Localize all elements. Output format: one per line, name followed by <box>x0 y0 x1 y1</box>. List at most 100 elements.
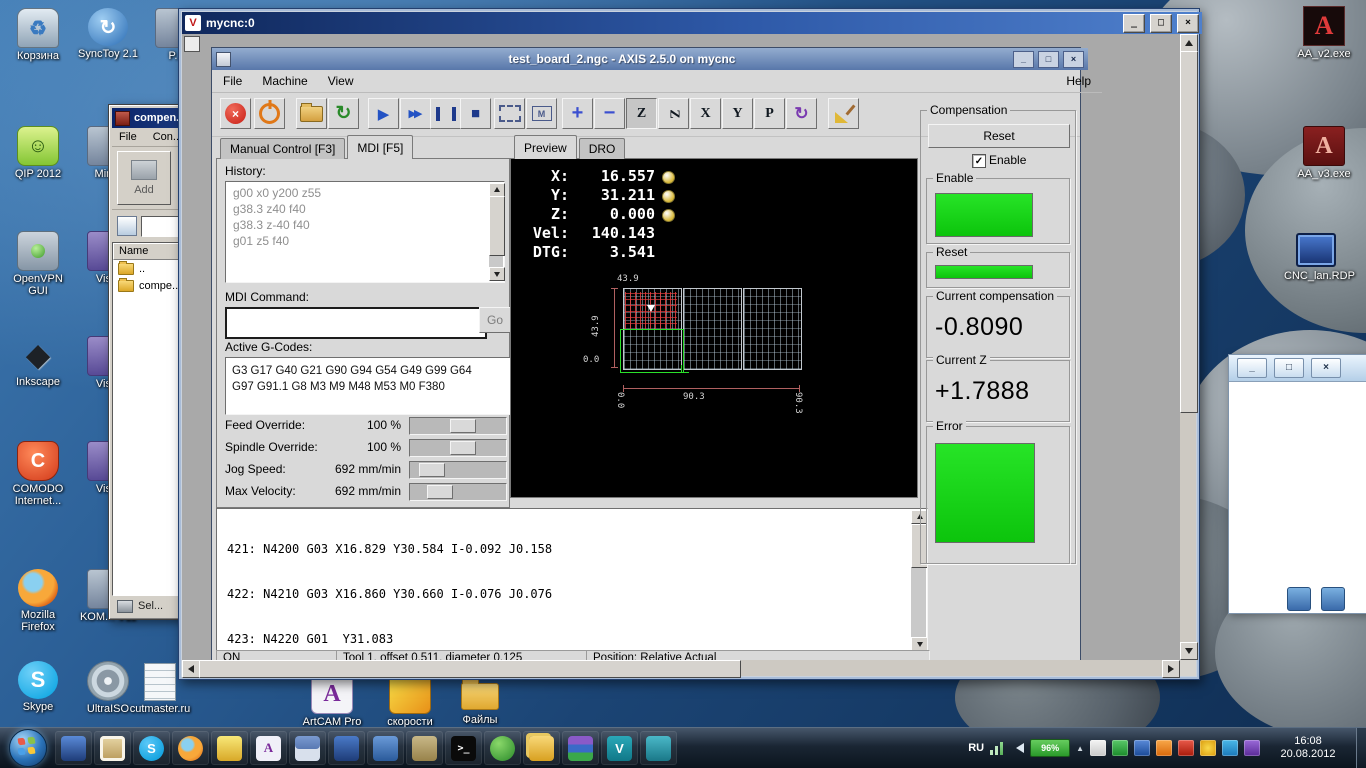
scrollbar-thumb[interactable] <box>199 660 741 678</box>
history-scrollbar[interactable] <box>489 183 505 281</box>
tray-icon-red[interactable] <box>1178 740 1194 756</box>
desktop-icon-files[interactable]: Файлы <box>448 674 512 726</box>
desktop-icon-recycle-bin[interactable]: ♻ Корзина <box>6 8 70 62</box>
taskbar-icon-firefox[interactable] <box>172 731 209 765</box>
close-button[interactable]: × <box>1177 13 1199 33</box>
desktop-icon-skype[interactable]: S Skype <box>6 661 70 713</box>
mdi-command-input[interactable] <box>225 307 487 339</box>
scroll-down-arrow[interactable] <box>489 267 505 281</box>
scroll-down-arrow[interactable] <box>1180 642 1198 660</box>
tray-icon-document[interactable] <box>1090 740 1106 756</box>
desktop-icon-synctoy[interactable]: ↻ SyncToy 2.1 <box>76 8 140 60</box>
mdi-go-button[interactable]: Go <box>479 307 511 333</box>
network-icon[interactable] <box>990 741 1006 755</box>
tab-manual-control[interactable]: Manual Control [F3] <box>220 138 346 159</box>
taskbar-icon-calculator[interactable] <box>289 731 326 765</box>
estop-button[interactable]: × <box>220 98 251 129</box>
slider-handle[interactable] <box>419 463 445 477</box>
desktop-icon-aa-v2[interactable]: A AA_v2.exe <box>1292 6 1356 60</box>
taskbar-icon-app-blue-2[interactable] <box>367 731 404 765</box>
hidden-icons-chevron[interactable]: ▲ <box>1076 744 1084 753</box>
add-button[interactable]: Add <box>117 151 171 205</box>
jog-speed-slider[interactable] <box>409 461 507 479</box>
clear-plot-button[interactable] <box>828 98 859 129</box>
menu-view[interactable]: View <box>328 74 354 88</box>
taskbar-icon-winrar[interactable] <box>562 731 599 765</box>
scrollbar-thumb[interactable] <box>489 196 505 256</box>
address-icon[interactable] <box>117 216 137 236</box>
mdi-history-list[interactable]: g00 x0 y200 z55 g38.3 z40 f40 g38.3 z-40… <box>225 181 505 283</box>
spindle-override-slider[interactable] <box>409 439 507 457</box>
scroll-right-arrow[interactable] <box>1162 660 1180 678</box>
gcode-line[interactable]: 422: N4210 G03 X16.860 Y30.660 I-0.076 J… <box>227 587 927 602</box>
tray-icon-blue[interactable] <box>1134 740 1150 756</box>
zoom-out-button[interactable]: − <box>594 98 625 129</box>
view-perspective-button[interactable]: P <box>754 98 785 129</box>
taskbar-icon-vnc[interactable]: V <box>601 731 638 765</box>
menu-help[interactable]: Help <box>1066 74 1091 88</box>
start-button[interactable] <box>9 729 47 767</box>
scrollbar-thumb[interactable] <box>1180 51 1198 413</box>
close-button[interactable]: × <box>1311 358 1341 378</box>
tab-mdi[interactable]: MDI [F5] <box>347 135 414 159</box>
taskbar-icon-remote-desktop[interactable] <box>55 731 92 765</box>
gcode-line[interactable]: 421: N4200 G03 X16.829 Y30.584 I-0.092 J… <box>227 542 927 557</box>
minimize-button[interactable]: _ <box>1123 13 1145 33</box>
desktop-icon-skorosti[interactable]: скорости <box>378 674 442 728</box>
desktop-icon-inkscape[interactable]: ◆ Inkscape <box>6 336 70 389</box>
tab-dro[interactable]: DRO <box>578 138 626 159</box>
enable-checkbox[interactable]: ✓ <box>972 154 986 168</box>
vnc-horizontal-scrollbar[interactable] <box>182 660 1180 678</box>
close-button[interactable]: × <box>1063 50 1084 68</box>
rotate-view-button[interactable]: ↻ <box>786 98 817 129</box>
minimize-button[interactable]: _ <box>1013 50 1034 68</box>
max-velocity-slider[interactable] <box>409 483 507 501</box>
preview-canvas[interactable]: X: 16.557 Y: 31.211 Z: 0.000 Vel: 140.143 DT… <box>510 158 918 498</box>
desktop-icon-artcam[interactable]: A ArtCAM Pro <box>300 674 364 728</box>
tray-icon-lightblue[interactable] <box>1222 740 1238 756</box>
taskbar-icon-app-blue[interactable] <box>328 731 365 765</box>
remote-desktop-view[interactable]: test_board_2.ngc - AXIS 2.5.0 on mycnc _… <box>182 34 1180 660</box>
scroll-up-arrow[interactable] <box>489 183 505 197</box>
volume-icon[interactable] <box>1011 743 1025 753</box>
tray-icon-orange[interactable] <box>1156 740 1172 756</box>
taskbar-icon-skype[interactable]: S <box>133 731 170 765</box>
desktop-icon-qip[interactable]: ☺ QIP 2012 <box>6 126 70 180</box>
gcode-line[interactable]: 423: N4220 G01 Y31.083 <box>227 632 927 647</box>
slider-handle[interactable] <box>450 419 476 433</box>
view-z2-button[interactable]: Z <box>658 98 689 129</box>
slider-handle[interactable] <box>427 485 453 499</box>
scroll-up-arrow[interactable] <box>1180 34 1198 52</box>
minimize-button[interactable]: _ <box>1237 358 1267 378</box>
feed-override-slider[interactable] <box>409 417 507 435</box>
gcode-program-listing[interactable]: 421: N4200 G03 X16.829 Y30.584 I-0.092 J… <box>216 508 928 653</box>
pause-button[interactable] <box>430 98 461 129</box>
slider-handle[interactable] <box>450 441 476 455</box>
battery-indicator[interactable]: 96% <box>1030 739 1071 757</box>
maximize-button[interactable]: □ <box>1038 50 1059 68</box>
run-program-button[interactable]: ▶ <box>368 98 399 129</box>
view-x-button[interactable]: X <box>690 98 721 129</box>
taskbar-icon-app-green[interactable] <box>484 731 521 765</box>
vnc-vertical-scrollbar[interactable] <box>1180 34 1198 660</box>
open-file-button[interactable] <box>296 98 327 129</box>
desktop-icon-firefox[interactable]: Mozilla Firefox <box>6 569 70 633</box>
taskbar-icon-yellow-app[interactable] <box>211 731 248 765</box>
menu-machine[interactable]: Machine <box>262 74 307 88</box>
taskbar-icon-notes[interactable] <box>94 731 131 765</box>
run-step-button[interactable]: ▶▶ <box>400 98 431 129</box>
desktop-icon-cnc-lan-rdp[interactable]: CNC_lan.RDP <box>1284 230 1355 282</box>
clock[interactable]: 16:08 20.08.2012 <box>1274 735 1342 761</box>
taskbar-icon-explorer-folders[interactable] <box>523 731 560 765</box>
zoom-in-button[interactable]: + <box>562 98 593 129</box>
taskbar-icon-terminal[interactable]: >_ <box>445 731 482 765</box>
file-icon[interactable] <box>1287 587 1311 611</box>
vnc-titlebar[interactable]: V mycnc:0 _ □ × <box>182 12 1202 34</box>
axis-titlebar[interactable]: test_board_2.ngc - AXIS 2.5.0 on mycnc _… <box>212 48 1088 70</box>
scroll-down-arrow[interactable] <box>911 637 927 651</box>
show-desktop-button[interactable] <box>1356 728 1366 768</box>
taskbar-icon-artcam[interactable]: A <box>250 731 287 765</box>
reload-file-button[interactable]: ↻ <box>328 98 359 129</box>
maximize-button[interactable]: □ <box>1274 358 1304 378</box>
explorer-menu-file[interactable]: File <box>119 131 137 143</box>
